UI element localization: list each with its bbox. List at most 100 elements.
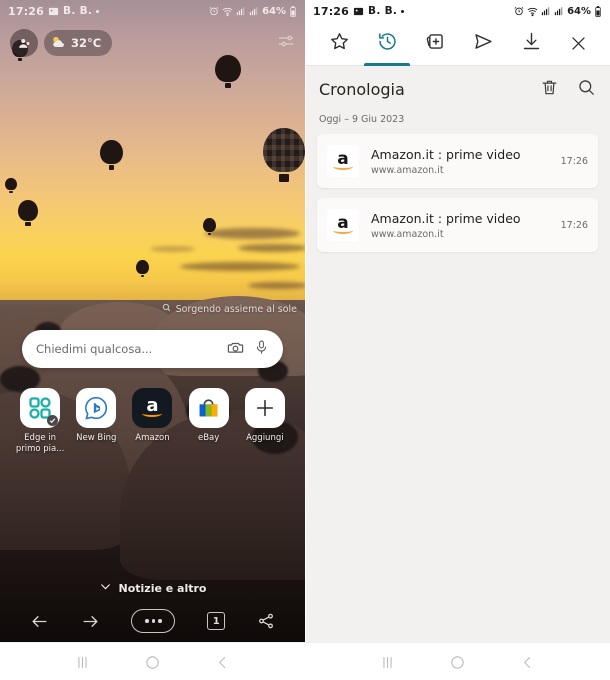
share-icon[interactable] bbox=[257, 612, 275, 630]
tab-count-button[interactable]: 1 bbox=[207, 612, 226, 630]
more-options-icon[interactable] bbox=[131, 609, 176, 633]
tab-collections[interactable] bbox=[411, 22, 459, 66]
search-icon[interactable] bbox=[577, 78, 596, 101]
history-date-group: Oggi – 9 Giu 2023 bbox=[319, 114, 405, 125]
avatar[interactable] bbox=[10, 29, 38, 57]
wifi-icon bbox=[527, 6, 538, 17]
search-bar[interactable]: Chiedimi qualcosa... bbox=[22, 330, 283, 368]
close-icon[interactable] bbox=[556, 34, 600, 53]
status-time: 17:26 bbox=[313, 4, 350, 18]
collections-add-icon bbox=[425, 31, 446, 56]
screenshot-root: 17:26 B. B. 64% 32°C Sorgendo assieme al… bbox=[0, 0, 610, 680]
tab-shared[interactable] bbox=[460, 22, 508, 66]
shortcut-ebay[interactable]: eBay bbox=[184, 388, 234, 455]
signal2-icon bbox=[249, 6, 259, 16]
status-app-label: B. B. bbox=[368, 5, 398, 17]
microphone-icon[interactable] bbox=[254, 339, 269, 359]
forward-arrow-icon[interactable] bbox=[81, 612, 100, 631]
right-status-bar: 17:26 B. B. 64% bbox=[305, 0, 610, 22]
history-item-time: 17:26 bbox=[560, 219, 588, 231]
hot-air-balloon bbox=[136, 260, 149, 278]
person-icon bbox=[18, 38, 29, 48]
recents-icon[interactable] bbox=[379, 654, 396, 671]
search-placeholder: Chiedimi qualcosa... bbox=[36, 342, 153, 356]
shortcut-edge-in-primo-piano[interactable]: Edge in primo pia... bbox=[15, 388, 65, 455]
signal-icon bbox=[541, 6, 551, 16]
left-status-bar: 17:26 B. B. 64% bbox=[0, 0, 305, 22]
hot-air-balloon bbox=[100, 140, 123, 171]
dot-icon bbox=[96, 9, 100, 13]
shortcut-tiles: Edge in primo pia... New Bing a Amazon e… bbox=[0, 388, 305, 455]
shortcut-label: eBay bbox=[198, 433, 220, 443]
history-hub-panel: 17:26 B. B. 64% Cronologia Oggi – 9 Giu … bbox=[305, 0, 610, 642]
alarm-icon bbox=[209, 6, 219, 16]
status-battery-percent: 64% bbox=[262, 5, 286, 17]
newtab-top-chips: 32°C bbox=[0, 28, 305, 58]
download-icon bbox=[521, 31, 542, 56]
tab-downloads[interactable] bbox=[508, 22, 556, 66]
sliders-icon[interactable] bbox=[277, 32, 295, 54]
cloud-shape bbox=[150, 246, 195, 252]
history-header: Cronologia bbox=[305, 68, 610, 110]
hub-tab-bar bbox=[305, 22, 610, 66]
amazon-favicon: a bbox=[327, 145, 359, 177]
background-image-caption[interactable]: Sorgendo assieme al sole bbox=[162, 303, 297, 315]
chevron-down-icon bbox=[99, 580, 112, 596]
hot-air-balloon bbox=[203, 218, 216, 236]
shortcut-label: Amazon bbox=[135, 433, 170, 443]
image-icon bbox=[353, 6, 364, 17]
tab-favorites[interactable] bbox=[315, 22, 363, 66]
hot-air-balloon bbox=[215, 55, 241, 89]
battery-icon bbox=[594, 5, 602, 17]
image-icon bbox=[48, 6, 59, 17]
bing-chat-icon bbox=[76, 388, 117, 428]
plus-icon bbox=[244, 388, 285, 428]
hot-air-balloon bbox=[18, 200, 38, 227]
trash-icon[interactable] bbox=[540, 78, 559, 101]
dual-panel-container: 17:26 B. B. 64% 32°C Sorgendo assieme al… bbox=[0, 0, 610, 642]
shortcut-label: Aggiungi bbox=[246, 433, 284, 443]
list-item[interactable]: a Amazon.it : prime video www.amazon.it … bbox=[317, 134, 598, 188]
history-item-url: www.amazon.it bbox=[371, 228, 444, 240]
signal2-icon bbox=[554, 6, 564, 16]
cloud-shape bbox=[180, 262, 300, 271]
amazon-icon: a bbox=[132, 388, 173, 428]
status-time: 17:26 bbox=[8, 4, 45, 18]
edge-newtab-panel: 17:26 B. B. 64% 32°C Sorgendo assieme al… bbox=[0, 0, 305, 642]
shortcut-new-bing[interactable]: New Bing bbox=[71, 388, 121, 455]
shortcut-label: New Bing bbox=[76, 433, 117, 443]
dot-icon bbox=[401, 9, 405, 13]
news-expand-row[interactable]: Notizie e altro bbox=[0, 580, 305, 596]
back-icon[interactable] bbox=[519, 654, 536, 671]
home-icon[interactable] bbox=[449, 654, 466, 671]
send-icon bbox=[473, 31, 494, 56]
star-icon bbox=[329, 31, 350, 56]
signal-icon bbox=[236, 6, 246, 16]
weather-temperature: 32°C bbox=[71, 36, 102, 50]
back-icon[interactable] bbox=[214, 654, 231, 671]
home-icon[interactable] bbox=[144, 654, 161, 671]
history-item-title: Amazon.it : prime video bbox=[371, 146, 521, 162]
cloud-shape bbox=[205, 228, 300, 239]
cloud-shape bbox=[248, 282, 305, 289]
recents-icon[interactable] bbox=[74, 654, 91, 671]
history-item-title: Amazon.it : prime video bbox=[371, 210, 521, 226]
android-nav-bars bbox=[0, 642, 610, 680]
edge-collections-icon bbox=[20, 388, 61, 428]
cloud-shape bbox=[238, 244, 305, 252]
ebay-icon bbox=[188, 388, 229, 428]
shortcut-amazon[interactable]: a Amazon bbox=[127, 388, 177, 455]
page-title: Cronologia bbox=[319, 79, 405, 99]
status-app-label: B. B. bbox=[63, 5, 93, 17]
status-battery-percent: 64% bbox=[567, 5, 591, 17]
list-item[interactable]: a Amazon.it : prime video www.amazon.it … bbox=[317, 198, 598, 252]
camera-icon[interactable] bbox=[227, 339, 244, 360]
hot-air-balloon bbox=[263, 128, 305, 184]
shortcut-add[interactable]: Aggiungi bbox=[240, 388, 290, 455]
tab-history[interactable] bbox=[363, 22, 411, 66]
back-arrow-icon[interactable] bbox=[30, 612, 49, 631]
browser-bottom-toolbar: 1 bbox=[0, 600, 305, 642]
battery-icon bbox=[289, 5, 297, 17]
history-item-url: www.amazon.it bbox=[371, 164, 444, 176]
weather-chip[interactable]: 32°C bbox=[44, 30, 113, 56]
